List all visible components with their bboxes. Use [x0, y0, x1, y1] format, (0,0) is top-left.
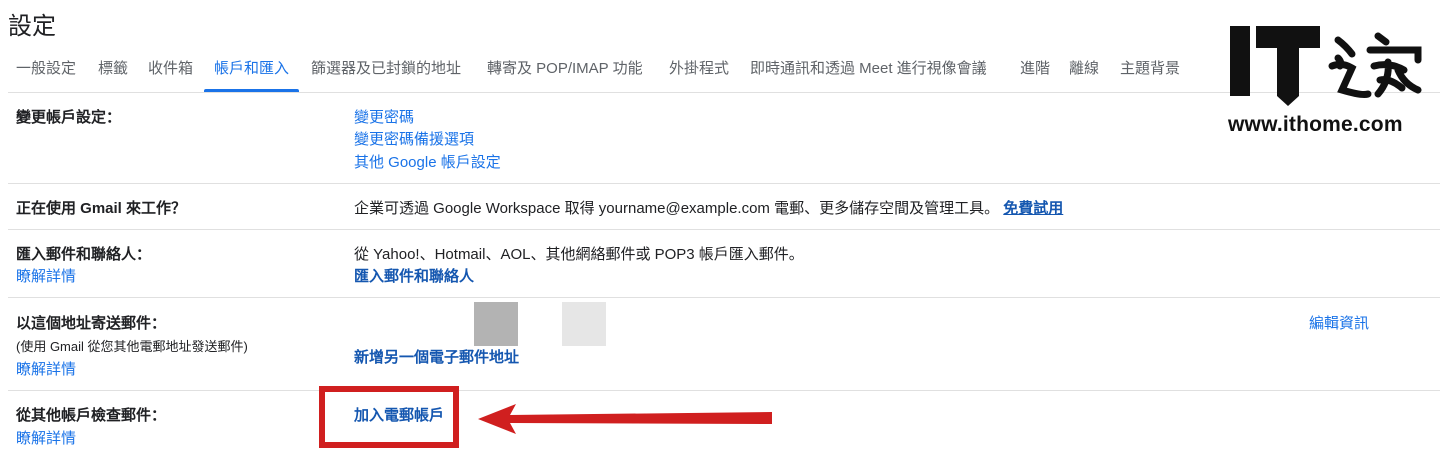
- import-mail-contacts-link[interactable]: 匯入郵件和聯絡人: [354, 265, 474, 286]
- add-another-email-link[interactable]: 新增另一個電子郵件地址: [354, 346, 519, 367]
- send-as-learn-more-link[interactable]: 瞭解詳情: [16, 358, 76, 379]
- row-divider: [8, 229, 1440, 230]
- send-as-sublabel: (使用 Gmail 從您其他電郵地址發送郵件): [16, 339, 248, 354]
- other-google-account-settings-link[interactable]: 其他 Google 帳戶設定: [354, 151, 501, 172]
- free-trial-link[interactable]: 免費試用: [1003, 200, 1063, 217]
- settings-tabs: 一般設定 標籤 收件箱 帳戶和匯入 篩選器及已封鎖的地址 轉寄及 POP/IMA…: [0, 56, 1200, 92]
- ithome-url: www.ithome.com: [1228, 113, 1403, 136]
- tab-addons[interactable]: 外掛程式: [669, 56, 729, 92]
- row-divider: [8, 297, 1440, 298]
- tab-general[interactable]: 一般設定: [16, 56, 76, 92]
- redacted-avatar: [562, 302, 606, 346]
- gmail-for-work-label: 正在使用 Gmail 來工作？: [16, 200, 187, 217]
- check-mail-label: 從其他帳戶檢查郵件：: [16, 407, 167, 424]
- check-mail-learn-more-link[interactable]: 瞭解詳情: [16, 427, 76, 448]
- row-divider: [8, 390, 1440, 391]
- tab-advanced[interactable]: 進階: [1020, 56, 1050, 92]
- tab-inbox[interactable]: 收件箱: [148, 56, 193, 92]
- import-label: 匯入郵件和聯絡人：: [16, 246, 152, 263]
- tab-chat-meet[interactable]: 即時通訊和透過 Meet 進行視像會議: [750, 56, 987, 92]
- change-password-recovery-link[interactable]: 變更密碼備援選項: [354, 128, 474, 149]
- tab-themes[interactable]: 主題背景: [1120, 56, 1180, 92]
- tab-accounts-import[interactable]: 帳戶和匯入: [203, 56, 300, 92]
- workspace-description: 企業可透過 Google Workspace 取得 yourname@examp…: [354, 200, 1000, 217]
- edit-info-link[interactable]: 編輯資訊: [1309, 312, 1369, 333]
- tab-offline[interactable]: 離線: [1069, 56, 1099, 92]
- change-password-link[interactable]: 變更密碼: [354, 106, 414, 127]
- annotation-arrow-icon: [478, 404, 772, 434]
- tab-filters[interactable]: 篩選器及已封鎖的地址: [311, 56, 461, 92]
- tab-forwarding[interactable]: 轉寄及 POP/IMAP 功能: [487, 56, 643, 92]
- change-account-label: 變更帳戶設定：: [16, 109, 122, 126]
- import-description: 從 Yahoo!、Hotmail、AOL、其他網絡郵件或 POP3 帳戶匯入郵件…: [354, 246, 804, 263]
- redacted-avatar: [474, 302, 518, 346]
- tabs-divider: [8, 92, 1440, 93]
- highlight-box: [319, 386, 459, 448]
- import-learn-more-link[interactable]: 瞭解詳情: [16, 265, 76, 286]
- row-divider: [8, 183, 1440, 184]
- gmail-for-work-text: 企業可透過 Google Workspace 取得 yourname@examp…: [354, 197, 1063, 218]
- tab-labels[interactable]: 標籤: [98, 56, 128, 92]
- send-as-label: 以這個地址寄送郵件：: [16, 315, 167, 332]
- page-title: 設定: [8, 13, 56, 40]
